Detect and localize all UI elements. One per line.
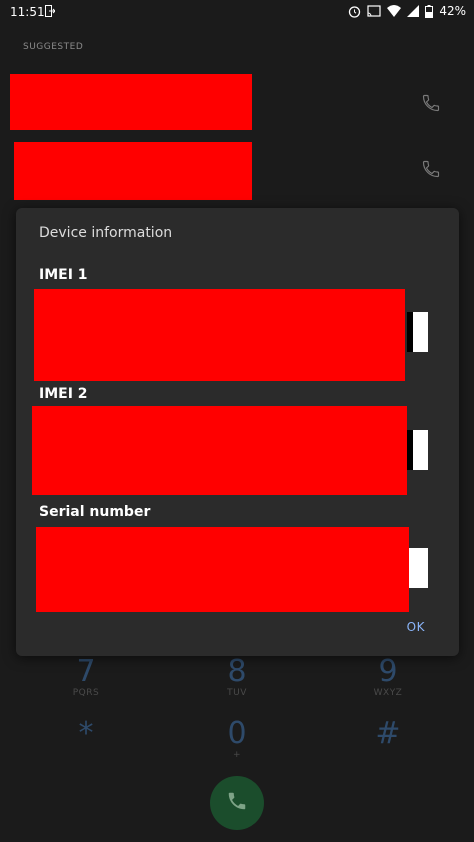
redacted-serial-number xyxy=(36,527,409,612)
dialpad-key-9[interactable]: 9 WXYZ xyxy=(348,656,428,699)
serial-barcode-edge xyxy=(408,548,428,588)
imei2-label: IMEI 2 xyxy=(39,386,88,402)
battery-percent: 42% xyxy=(439,4,466,18)
dialpad-row-4: * 0 + # xyxy=(0,718,474,778)
imei2-barcode-bar xyxy=(407,430,413,470)
status-icons: 42% xyxy=(348,4,466,18)
suggested-header: SUGGESTED xyxy=(23,42,84,52)
signal-icon xyxy=(407,5,420,17)
phone-icon xyxy=(226,790,248,816)
wifi-icon xyxy=(387,5,402,17)
exit-icon xyxy=(45,5,55,17)
battery-icon xyxy=(425,4,434,18)
redacted-contact-1[interactable] xyxy=(10,74,252,130)
dialpad-key-hash[interactable]: # xyxy=(348,718,428,750)
imei1-barcode-bar xyxy=(407,312,413,352)
redacted-imei1 xyxy=(34,289,405,381)
dialpad-key-8[interactable]: 8 TUV xyxy=(197,656,277,699)
status-time: 11:51 xyxy=(10,5,45,19)
dialpad-row-3: 7 PQRS 8 TUV 9 WXYZ xyxy=(0,656,474,716)
dialpad-key-0[interactable]: 0 + xyxy=(197,718,277,761)
imei1-label: IMEI 1 xyxy=(39,267,88,283)
phone-icon[interactable] xyxy=(421,159,441,179)
dialog-title: Device information xyxy=(39,225,173,241)
phone-icon[interactable] xyxy=(421,93,441,113)
ok-button[interactable]: OK xyxy=(407,620,425,634)
dialpad-key-7[interactable]: 7 PQRS xyxy=(46,656,126,699)
alarm-icon xyxy=(348,5,361,18)
device-information-dialog: Device information IMEI 1 IMEI 2 Serial … xyxy=(16,208,459,656)
serial-number-label: Serial number xyxy=(39,504,151,520)
redacted-contact-2[interactable] xyxy=(14,142,252,200)
cast-icon xyxy=(367,5,381,17)
redacted-imei2 xyxy=(32,406,407,495)
dialpad-key-star[interactable]: * xyxy=(46,718,126,750)
call-button[interactable] xyxy=(210,776,264,830)
status-bar: 11:51 42% xyxy=(0,0,474,24)
